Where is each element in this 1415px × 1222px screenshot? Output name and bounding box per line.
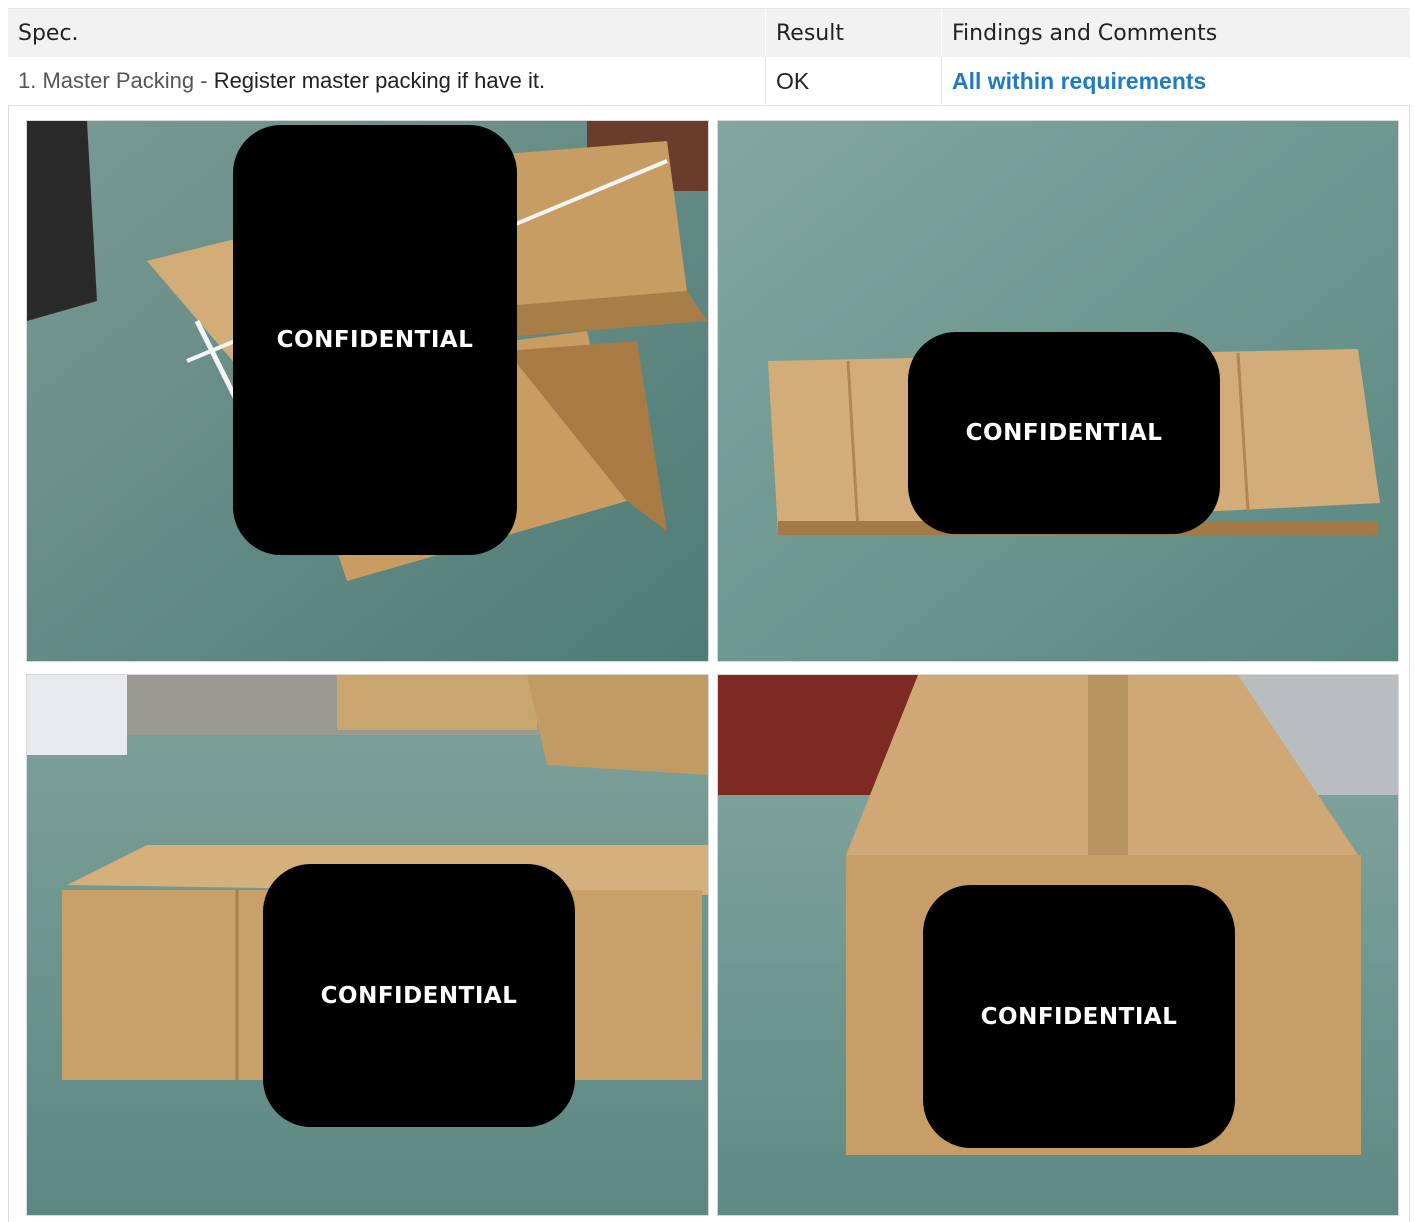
redaction-block: CONFIDENTIAL — [263, 864, 575, 1127]
spec-description: Register master packing if have it. — [213, 68, 546, 93]
redaction-label: CONFIDENTIAL — [980, 1003, 1178, 1030]
findings-cell: All within requirements — [941, 57, 1410, 105]
photo-box-side: CONFIDENTIAL — [26, 674, 709, 1216]
result-cell: OK — [765, 57, 941, 105]
redaction-block: CONFIDENTIAL — [923, 885, 1235, 1148]
redaction-block: CONFIDENTIAL — [233, 125, 517, 555]
table-header-row: Spec. Result Findings and Comments — [8, 8, 1410, 58]
header-findings: Findings and Comments — [941, 9, 1410, 57]
spec-number: 1. — [18, 68, 37, 93]
spec-separator: - — [200, 68, 208, 93]
photo-boxes-strapped: CONFIDENTIAL — [26, 120, 709, 662]
header-spec: Spec. — [18, 20, 79, 46]
table-row: 1. Master Packing - Register master pack… — [8, 57, 1410, 106]
spec-name: Master Packing — [42, 68, 195, 93]
redaction-label: CONFIDENTIAL — [965, 420, 1163, 446]
photo-box-end: CONFIDENTIAL — [717, 674, 1399, 1216]
redaction-label: CONFIDENTIAL — [276, 327, 474, 353]
spec-cell: 1. Master Packing - Register master pack… — [8, 57, 765, 105]
photo-box-top: CONFIDENTIAL — [717, 120, 1399, 662]
redaction-block: CONFIDENTIAL — [908, 332, 1220, 534]
redaction-label: CONFIDENTIAL — [320, 982, 518, 1009]
header-result: Result — [765, 9, 941, 57]
